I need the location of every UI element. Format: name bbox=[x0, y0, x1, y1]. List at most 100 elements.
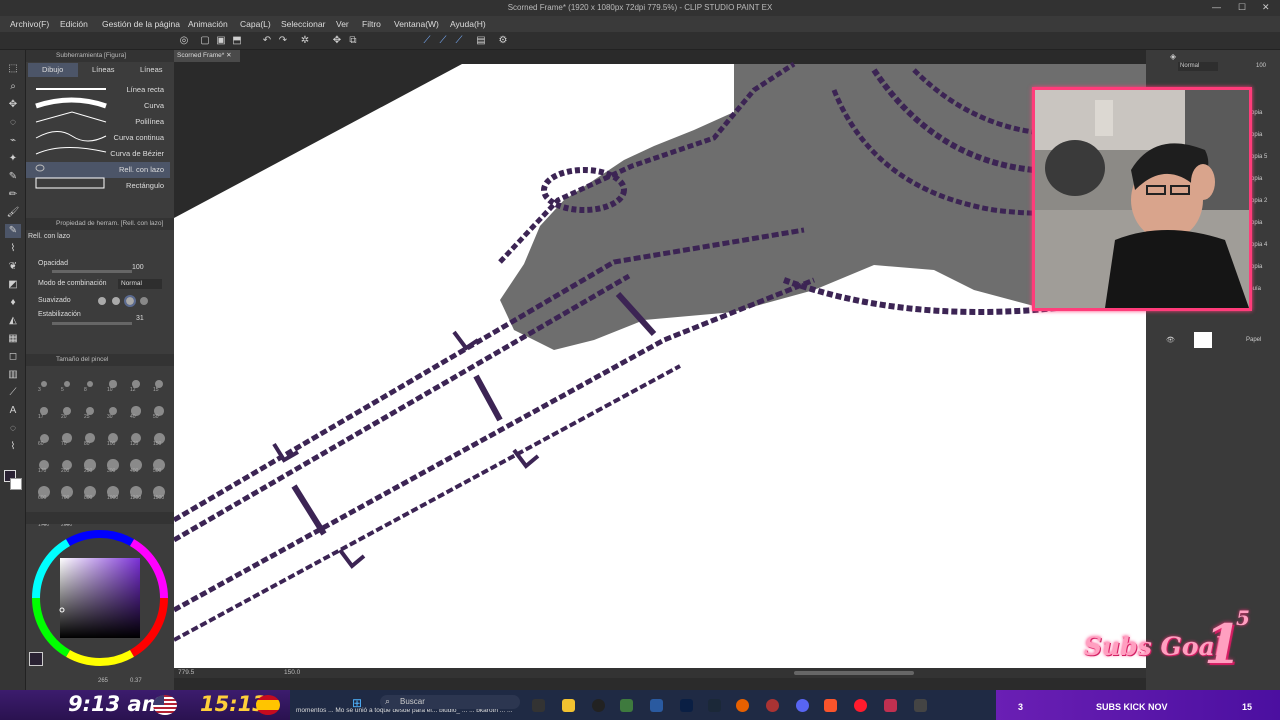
drawing-canvas[interactable] bbox=[174, 50, 1146, 668]
menu-capa[interactable]: Capa(L) bbox=[240, 19, 271, 29]
brush-tool-icon[interactable]: 🖌 bbox=[5, 206, 21, 220]
new-file-icon[interactable]: ▢ bbox=[198, 34, 212, 48]
ruler-icon[interactable]: ⟋ bbox=[5, 386, 21, 400]
menu-ayuda[interactable]: Ayuda(H) bbox=[450, 19, 486, 29]
brush-size-option[interactable] bbox=[41, 381, 47, 387]
app-icon[interactable]: ◎ bbox=[177, 34, 191, 48]
app-icon-1[interactable] bbox=[620, 699, 633, 712]
menu-seleccionar[interactable]: Seleccionar bbox=[281, 19, 325, 29]
crop-icon[interactable]: ⧉ bbox=[346, 34, 360, 48]
blend-icon[interactable]: ♦ bbox=[5, 296, 21, 310]
menu-animacion[interactable]: Animación bbox=[188, 19, 228, 29]
blend-mode-select[interactable]: Normal bbox=[118, 279, 162, 289]
eye-icon[interactable]: 👁 bbox=[1166, 336, 1175, 344]
settings-icon[interactable]: ⚙ bbox=[496, 34, 510, 48]
eyedropper-tool-icon[interactable]: ⌁ bbox=[5, 134, 21, 148]
gradient-icon[interactable]: ▦ bbox=[5, 332, 21, 346]
opera-icon[interactable] bbox=[854, 699, 867, 712]
layer-blend-select[interactable]: Normal bbox=[1178, 62, 1218, 71]
selection-tool-icon[interactable]: ⬚ bbox=[5, 62, 21, 76]
opacity-value[interactable]: 100 bbox=[132, 264, 144, 271]
text-tool-icon[interactable]: A bbox=[5, 404, 21, 418]
menu-gestion-pagina[interactable]: Gestión de la página bbox=[102, 19, 180, 29]
store-icon[interactable] bbox=[650, 699, 663, 712]
save-icon[interactable]: ⬒ bbox=[230, 34, 244, 48]
correct-line-icon[interactable]: ⌇ bbox=[5, 440, 21, 454]
stabilization-label: Estabilización bbox=[38, 311, 81, 318]
pen-tool-icon[interactable]: ✎ bbox=[5, 170, 21, 184]
app-icon-2[interactable] bbox=[766, 699, 779, 712]
brush-size-label: 700 bbox=[61, 495, 70, 501]
discord-icon[interactable] bbox=[796, 699, 809, 712]
airbrush-icon[interactable]: ⌇ bbox=[5, 242, 21, 256]
color-wheel[interactable] bbox=[28, 526, 174, 672]
eraser-icon[interactable]: ◩ bbox=[5, 278, 21, 292]
loading-icon[interactable]: ✲ bbox=[298, 34, 312, 48]
frame-icon[interactable]: ▥ bbox=[5, 368, 21, 382]
menu-filtro[interactable]: Filtro bbox=[362, 19, 381, 29]
brush-size-label: 1500 bbox=[153, 495, 165, 501]
fill-icon[interactable]: ◭ bbox=[5, 314, 21, 328]
zoom-tool-icon[interactable]: ⌕ bbox=[5, 80, 21, 94]
chrome-icon[interactable] bbox=[592, 699, 605, 712]
menu-ver[interactable]: Ver bbox=[336, 19, 349, 29]
angle-readout[interactable]: 150.0 bbox=[284, 669, 300, 676]
brave-icon[interactable] bbox=[824, 699, 837, 712]
opacity-slider[interactable] bbox=[52, 270, 132, 273]
close-icon[interactable]: ✕ bbox=[1262, 2, 1270, 13]
explorer-icon[interactable] bbox=[562, 699, 575, 712]
magic-wand-icon[interactable]: ✦ bbox=[5, 152, 21, 166]
subtool-tab-lineas[interactable]: Líneas bbox=[78, 63, 122, 77]
blend-mode-label: Modo de combinación bbox=[38, 280, 107, 287]
menu-ventana[interactable]: Ventana(W) bbox=[394, 19, 439, 29]
layer-papel[interactable]: 👁 Papel bbox=[1156, 332, 1268, 348]
firefox-icon[interactable] bbox=[736, 699, 749, 712]
lasso-tool-icon[interactable]: ◌ bbox=[5, 116, 21, 130]
snap-special-icon[interactable]: ⟋ bbox=[436, 34, 450, 48]
menu-archivo[interactable]: Archivo(F) bbox=[10, 19, 49, 29]
open-file-icon[interactable]: ▣ bbox=[214, 34, 228, 48]
redo-icon[interactable]: ↷ bbox=[276, 34, 290, 48]
brush-size-option[interactable] bbox=[63, 380, 71, 388]
stabilization-slider[interactable] bbox=[52, 322, 132, 325]
brush-size-label: 1200 bbox=[130, 495, 142, 501]
app-icon-3[interactable] bbox=[884, 699, 897, 712]
smoothing-options[interactable] bbox=[96, 295, 156, 307]
maximize-icon[interactable]: ☐ bbox=[1238, 2, 1246, 13]
clip-studio-icon[interactable] bbox=[914, 699, 927, 712]
canvas-area[interactable] bbox=[174, 50, 1146, 668]
subtool-tab-dibujo[interactable]: Dibujo bbox=[28, 63, 78, 77]
sub-color-swatch[interactable] bbox=[10, 478, 22, 490]
command-bar: ◎ ▢ ▣ ⬒ ↶ ↷ ✲ ✥ ⧉ ⟋ ⟋ ⟋ ▤ ⚙ bbox=[0, 32, 1280, 50]
pencil-tool-icon[interactable]: ✏ bbox=[5, 188, 21, 202]
move-tool-icon[interactable]: ✥ bbox=[5, 98, 21, 112]
decoration-icon[interactable]: ❦ bbox=[5, 260, 21, 274]
minimize-icon[interactable]: — bbox=[1212, 2, 1221, 12]
snap-ruler-icon[interactable]: ⟋ bbox=[420, 34, 434, 48]
stabilization-value[interactable]: 31 bbox=[136, 315, 144, 322]
steam-icon[interactable] bbox=[708, 699, 721, 712]
horizontal-scrollbar[interactable] bbox=[794, 671, 914, 675]
photoshop-icon[interactable] bbox=[680, 699, 693, 712]
figure-shape-icon[interactable]: ◻ bbox=[5, 350, 21, 364]
layer-panel-icon[interactable]: ◈ bbox=[1170, 52, 1176, 61]
layer-icon[interactable]: ▤ bbox=[474, 34, 488, 48]
taskview-icon[interactable] bbox=[532, 699, 545, 712]
search-box[interactable]: Buscar bbox=[380, 695, 520, 709]
windows-start-icon[interactable]: ⊞ bbox=[352, 696, 362, 710]
menu-edicion[interactable]: Edición bbox=[60, 19, 88, 29]
layer-opacity[interactable]: 100 bbox=[1256, 63, 1266, 69]
canvas-tab[interactable]: Scorned Frame* ✕ bbox=[174, 50, 240, 62]
balloon-icon[interactable]: ◌ bbox=[5, 422, 21, 436]
brush-size-option[interactable] bbox=[86, 380, 94, 388]
tab-close-icon[interactable]: ✕ bbox=[226, 52, 231, 59]
brush-size-label: 30 bbox=[107, 414, 113, 420]
subtool-tab-lineas-2[interactable]: Líneas bbox=[126, 63, 170, 77]
brush-size-label: 8 bbox=[84, 387, 87, 393]
figure-tool-icon[interactable]: ✎ bbox=[5, 224, 21, 238]
snap-grid-icon[interactable]: ⟋ bbox=[452, 34, 466, 48]
current-color-swatch[interactable] bbox=[29, 652, 43, 666]
undo-icon[interactable]: ↶ bbox=[260, 34, 274, 48]
transform-icon[interactable]: ✥ bbox=[330, 34, 344, 48]
zoom-readout[interactable]: 779.5 bbox=[178, 669, 194, 676]
